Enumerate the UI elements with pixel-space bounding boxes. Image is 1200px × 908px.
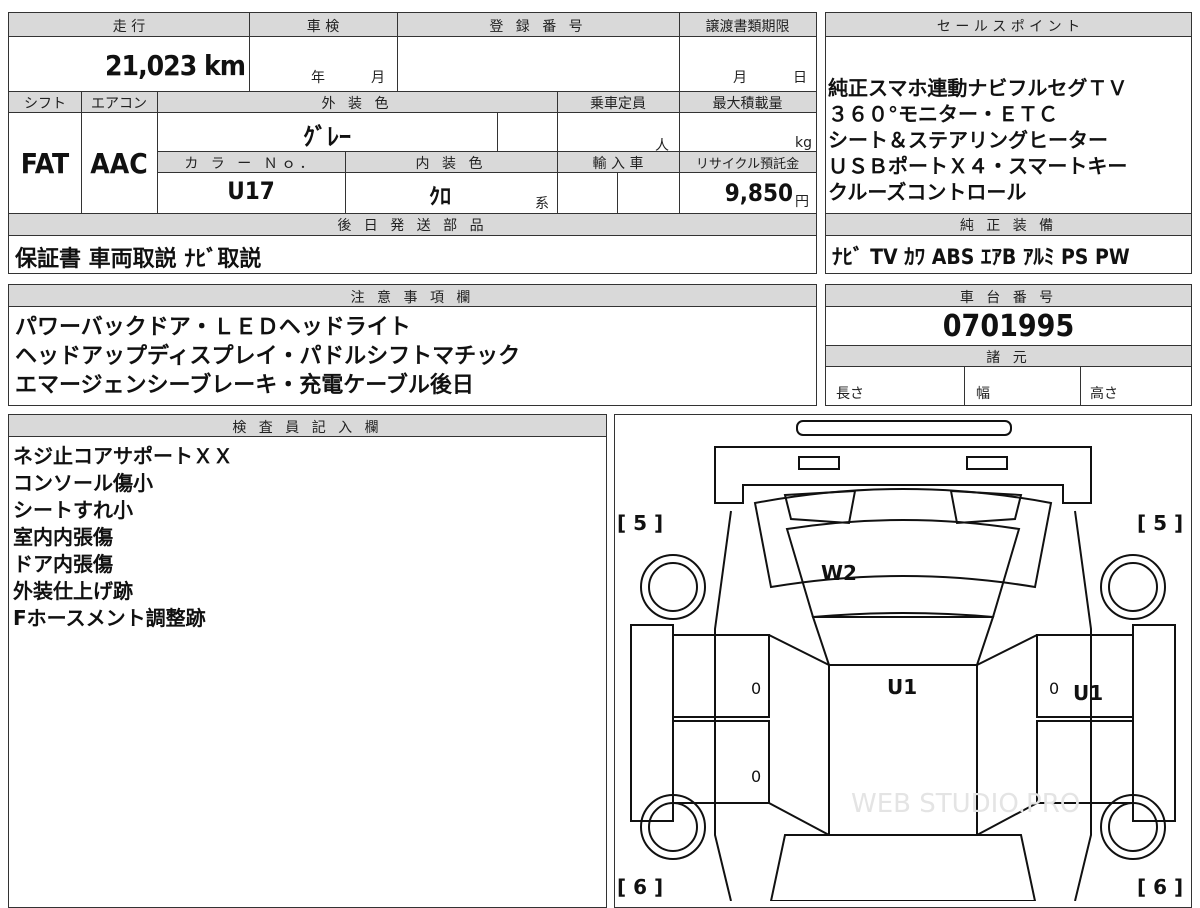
later-parts-value: 保証書 車両取説 ﾅﾋﾞ取説 xyxy=(15,247,262,272)
grid-line xyxy=(345,151,346,213)
deadline-day: 日 xyxy=(793,70,807,86)
sales-line: シート＆ステアリングヒーター xyxy=(828,128,1108,152)
shift-value: FAT xyxy=(20,147,70,180)
inspector-line: コンソール傷小 xyxy=(13,471,153,495)
notes-lines: パワーバックドア・ＬＥＤヘッドライト ヘッドアップディスプレイ・パドルシフトマチ… xyxy=(15,313,520,400)
recycle-value: 9,850 xyxy=(724,179,793,207)
inspector-line: 室内内張傷 xyxy=(13,525,113,549)
later-parts-label: 後 日 発 送 部 品 xyxy=(337,218,488,234)
grid-line xyxy=(1080,367,1081,405)
grid-line xyxy=(617,173,618,213)
windshield-damage-mark: W2 xyxy=(821,561,857,585)
mileage-value: 21,023 km xyxy=(105,49,246,82)
inspector-line: Fホースメント調整跡 xyxy=(13,606,206,630)
grid-line xyxy=(679,13,680,213)
grid-line xyxy=(557,91,558,213)
inspection-month: 月 xyxy=(371,70,385,86)
vehicle-info-table: 走 行 車 検 登 録 番 号 譲渡書類期限 21,023 km 年 月 月 日… xyxy=(8,12,817,274)
door-mark-zero: 0 xyxy=(751,679,762,698)
sales-line: ３６０°モニター・ＥＴＣ xyxy=(828,102,1058,126)
inspection-year: 年 xyxy=(311,70,325,86)
tire-front-right-label: [ 5 ] xyxy=(1137,511,1184,535)
inspector-line: シートすれ小 xyxy=(13,498,133,522)
ac-value: AAC xyxy=(90,147,148,180)
sales-label: セ ー ル ス ポ イ ン ト xyxy=(936,19,1081,35)
right-front-door-damage-mark: U1 xyxy=(1073,681,1104,705)
length-label: 長さ xyxy=(836,386,864,402)
car-damage-diagram: [ 5 ] [ 5 ] [ 6 ] [ 6 ] W2 U1 U1 0 0 0 W… xyxy=(614,414,1192,908)
equipment-value: ﾅﾋﾞ TV ｶﾜ ABS ｴｱB ｱﾙﾐ PS PW xyxy=(832,245,1130,269)
registration-label: 登 録 番 号 xyxy=(489,19,587,35)
tire-rear-right-label: [ 6 ] xyxy=(1137,875,1184,899)
sales-line: ＵＳＢポートＸ４・スマートキー xyxy=(828,154,1128,178)
exterior-label: 外 装 色 xyxy=(321,96,393,112)
recycle-unit: 円 xyxy=(795,194,809,210)
recycle-label: リサイクル預託金 xyxy=(695,157,800,172)
notes-line: エマージェンシーブレーキ・充電ケーブル後日 xyxy=(15,373,474,398)
chassis-table: 車 台 番 号 0701995 諸 元 長さ 幅 高さ xyxy=(825,284,1192,406)
interior-value: ｸﾛ xyxy=(428,185,451,210)
interior-suffix: 系 xyxy=(535,196,549,212)
load-unit: kg xyxy=(795,135,812,151)
grid-line xyxy=(497,113,498,151)
grid-line xyxy=(249,13,250,91)
ac-label: エアコン xyxy=(91,96,147,112)
sales-point-table: セ ー ル ス ポ イ ン ト 純正スマホ連動ナビフルセグＴＶ ３６０°モニター… xyxy=(825,12,1192,274)
sales-line: クルーズコントロール xyxy=(828,180,1027,204)
notes-line: パワーバックドア・ＬＥＤヘッドライト xyxy=(15,315,411,340)
exterior-value: ｸﾞﾚｰ xyxy=(303,123,351,151)
roof-damage-mark: U1 xyxy=(887,675,918,699)
car-outline xyxy=(630,420,1176,901)
sales-lines: 純正スマホ連動ナビフルセグＴＶ ３６０°モニター・ＥＴＣ シート＆ステアリングヒ… xyxy=(828,75,1127,205)
import-label: 輸 入 車 xyxy=(592,156,644,172)
inspector-line: 外装仕上げ跡 xyxy=(13,579,133,603)
notes-line: ヘッドアップディスプレイ・パドルシフトマチック xyxy=(15,344,521,369)
door-mark-zero: 0 xyxy=(751,767,762,786)
mileage-label: 走 行 xyxy=(112,19,146,35)
color-no-value: U17 xyxy=(227,177,275,205)
inspector-line: ネジ止コアサポートＸＸ xyxy=(13,444,233,468)
grid-line xyxy=(397,13,398,91)
interior-label: 内 装 色 xyxy=(415,156,487,172)
grid-line xyxy=(81,91,82,213)
equipment-label: 純 正 装 備 xyxy=(959,218,1058,234)
notes-label: 注 意 事 項 欄 xyxy=(350,290,475,306)
height-label: 高さ xyxy=(1090,386,1118,402)
load-label: 最大積載量 xyxy=(712,96,783,112)
sales-line: 純正スマホ連動ナビフルセグＴＶ xyxy=(828,76,1128,100)
shift-label: シフト xyxy=(24,96,66,112)
grid-line xyxy=(964,367,965,405)
color-no-label: カ ラ ー Ｎｏ． xyxy=(184,156,318,172)
inspection-label: 車 検 xyxy=(306,19,340,35)
grid-line xyxy=(157,91,158,213)
deadline-label: 譲渡書類期限 xyxy=(705,19,790,35)
spec-label: 諸 元 xyxy=(986,350,1031,366)
inspector-label: 検 査 員 記 入 欄 xyxy=(232,420,383,436)
capacity-label: 乗車定員 xyxy=(590,96,646,112)
inspector-line: ドア内張傷 xyxy=(13,552,113,576)
tire-front-left-label: [ 5 ] xyxy=(617,511,664,535)
chassis-label: 車 台 番 号 xyxy=(959,290,1058,306)
width-label: 幅 xyxy=(976,386,990,402)
chassis-value: 0701995 xyxy=(942,309,1075,344)
notes-table: 注 意 事 項 欄 パワーバックドア・ＬＥＤヘッドライト ヘッドアップディスプレ… xyxy=(8,284,817,406)
watermark: WEB STUDIO.PRO xyxy=(851,789,1081,819)
inspector-lines: ネジ止コアサポートＸＸ コンソール傷小 シートすれ小 室内内張傷 ドア内張傷 外… xyxy=(13,443,233,632)
inspector-table: 検 査 員 記 入 欄 ネジ止コアサポートＸＸ コンソール傷小 シートすれ小 室… xyxy=(8,414,607,908)
door-mark-zero: 0 xyxy=(1049,679,1060,698)
tire-rear-left-label: [ 6 ] xyxy=(617,875,664,899)
deadline-month: 月 xyxy=(733,70,747,86)
